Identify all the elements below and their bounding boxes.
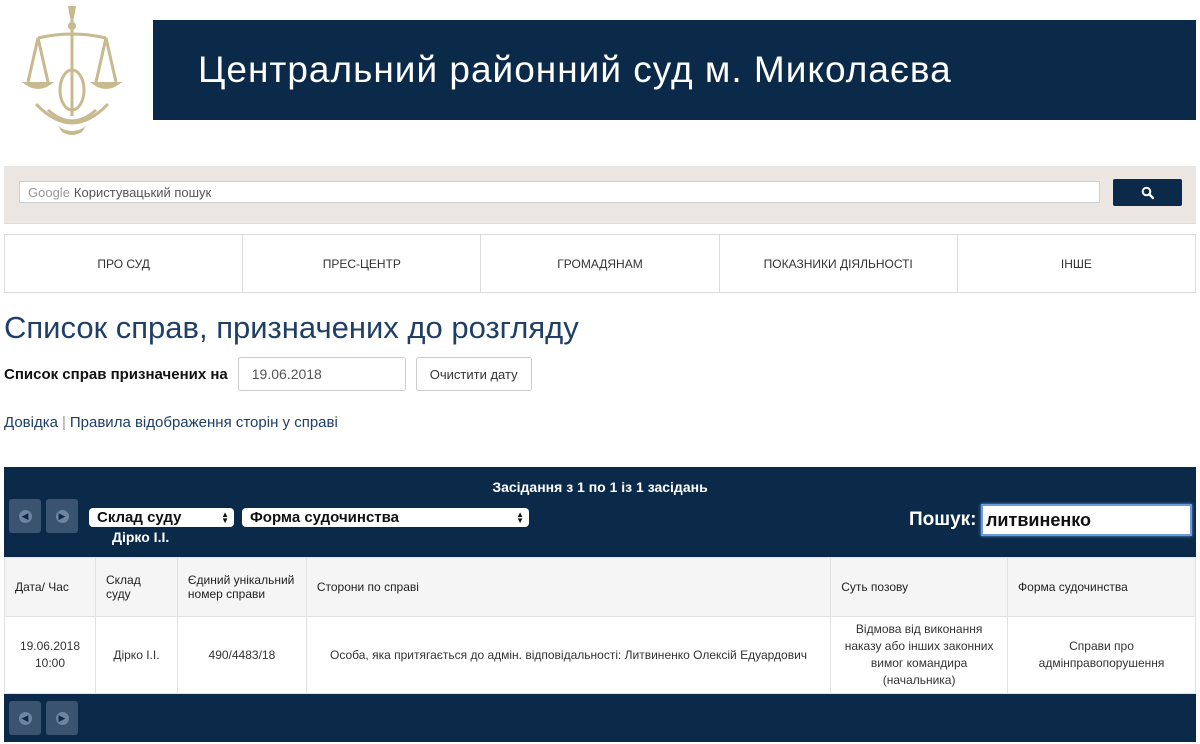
arrow-right-icon: ▶	[55, 509, 69, 523]
search-button[interactable]	[1113, 179, 1182, 206]
select-arrows-icon: ▲ ▼	[516, 509, 524, 525]
cell-datetime: 19.06.2018 10:00	[4, 616, 96, 694]
cell-parties: Особа, яка притягається до адмін. відпов…	[305, 616, 832, 694]
next-page-button[interactable]: ▶	[46, 499, 78, 533]
search-icon	[1141, 186, 1154, 199]
arrow-left-icon: ◀	[18, 509, 32, 523]
court-composition-label: Склад суду	[97, 509, 182, 526]
cell-time: 10:00	[34, 656, 65, 670]
help-link[interactable]: Довідка	[4, 414, 58, 431]
column-header-judge[interactable]: Склад суду	[94, 557, 178, 617]
cell-case-number: 490/4483/18	[176, 616, 307, 694]
search-band: Google	[4, 166, 1196, 224]
court-composition-select[interactable]: Склад суду ▲ ▼	[89, 508, 234, 527]
cell-date: 19.06.2018	[19, 639, 81, 653]
scales-of-justice-icon	[22, 6, 122, 135]
column-header-subject[interactable]: Суть позову	[830, 557, 1009, 617]
cell-judge: Дірко І.І.	[94, 616, 178, 694]
clear-date-button[interactable]: Очистити дату	[415, 357, 532, 391]
date-input[interactable]: 19.06.2018	[237, 357, 406, 391]
selected-judge: Дірко І.І.	[112, 529, 170, 545]
court-name-banner: Центральний районний суд м. Миколаєва	[153, 20, 1196, 120]
date-label: Список справ призначених на	[4, 365, 228, 383]
table-info: Засідання з 1 по 1 із 1 засідань	[492, 479, 708, 495]
table-toolbar: Засідання з 1 по 1 із 1 засідань ◀ ▶ Скл…	[4, 467, 1196, 557]
date-filter-row: Список справ призначених на 19.06.2018 О…	[4, 357, 532, 391]
help-links: Довідка | Правила відображення сторін у сп…	[4, 414, 338, 431]
arrow-left-icon: ◀	[18, 711, 32, 725]
arrow-right-icon: ▶	[55, 711, 69, 725]
prev-page-button-bottom[interactable]: ◀	[9, 701, 41, 735]
table-footer: ◀ ▶	[4, 694, 1196, 742]
table-row: 19.06.2018 10:00 Дірко І.І. 490/4483/18 …	[4, 616, 1196, 694]
table-search-input[interactable]: литвиненко	[981, 504, 1192, 536]
cell-subject: Відмова від виконання наказу або інших з…	[830, 616, 1009, 694]
nav-item-citizens[interactable]: ГРОМАДЯНАМ	[481, 235, 720, 292]
main-nav: ПРО СУД ПРЕС-ЦЕНТР ГРОМАДЯНАМ ПОКАЗНИКИ …	[4, 234, 1196, 293]
next-page-button-bottom[interactable]: ▶	[46, 701, 78, 735]
column-header-parties[interactable]: Сторони по справі	[305, 557, 832, 617]
page-title: Список справ, призначених до розгляду	[4, 310, 579, 345]
column-header-form[interactable]: Форма судочинства	[1007, 557, 1196, 617]
google-brand-label: Google	[28, 184, 70, 200]
hearings-table: Дата/ Час Склад суду Єдиний унікальний н…	[4, 557, 1196, 694]
hearings-panel: Засідання з 1 по 1 із 1 засідань ◀ ▶ Скл…	[4, 467, 1196, 742]
table-header-row: Дата/ Час Склад суду Єдиний унікальний н…	[4, 557, 1196, 617]
table-search-label: Пошук:	[909, 509, 977, 530]
nav-item-press[interactable]: ПРЕС-ЦЕНТР	[243, 235, 482, 292]
column-header-datetime[interactable]: Дата/ Час	[4, 557, 96, 617]
prev-page-button[interactable]: ◀	[9, 499, 41, 533]
column-header-case-number[interactable]: Єдиний унікальний номер справи	[176, 557, 307, 617]
procedure-form-label: Форма судочинства	[250, 509, 400, 526]
court-logo	[18, 4, 126, 138]
procedure-form-select[interactable]: Форма судочинства ▲ ▼	[242, 508, 529, 527]
link-separator: |	[61, 414, 66, 431]
nav-item-other[interactable]: ІНШЕ	[958, 235, 1195, 292]
cell-form: Справи про адмінправопорушення	[1007, 616, 1196, 694]
display-rules-link[interactable]: Правила відображення сторін у справі	[70, 414, 338, 431]
nav-item-about[interactable]: ПРО СУД	[5, 235, 244, 292]
google-search-box[interactable]: Google	[19, 181, 1100, 203]
nav-item-statistics[interactable]: ПОКАЗНИКИ ДІЯЛЬНОСТІ	[720, 235, 958, 292]
select-arrows-icon: ▲ ▼	[221, 509, 229, 525]
custom-search-input[interactable]	[73, 183, 1099, 201]
court-name: Центральний районний суд м. Миколаєва	[198, 49, 952, 90]
